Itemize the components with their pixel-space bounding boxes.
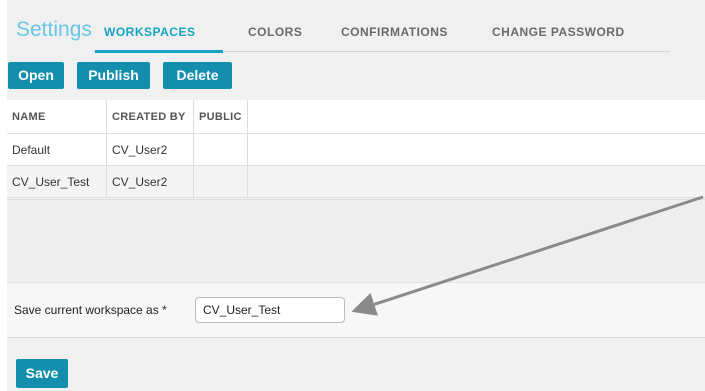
workspace-created-by-cell: CV_User2 (106, 166, 198, 197)
workspace-name-cell: Default (12, 143, 51, 157)
settings-panel: Settings WORKSPACES COLORS CONFIRMATIONS… (7, 0, 705, 391)
save-button[interactable]: Save (16, 359, 68, 388)
table-header-row: NAME CREATED BY PUBLIC (7, 100, 705, 134)
delete-button[interactable]: Delete (163, 62, 232, 89)
table-row[interactable]: CV_User_Test CV_User2 (7, 166, 705, 198)
workspace-public-cell (193, 166, 248, 197)
table-empty-area (7, 200, 705, 280)
column-header-created-by[interactable]: CREATED BY (106, 100, 198, 133)
save-as-label: Save current workspace as * (14, 303, 167, 317)
column-header-public[interactable]: PUBLIC (193, 100, 248, 133)
tab-change-password[interactable]: CHANGE PASSWORD (492, 25, 625, 39)
workspace-name-input[interactable] (195, 297, 345, 323)
settings-header: Settings WORKSPACES COLORS CONFIRMATIONS… (7, 0, 705, 56)
tab-confirmations[interactable]: CONFIRMATIONS (341, 25, 448, 39)
active-tab-indicator (95, 50, 223, 53)
tab-workspaces[interactable]: WORKSPACES (104, 25, 195, 39)
page-title: Settings (16, 18, 92, 41)
workspace-created-by-cell: CV_User2 (106, 134, 198, 165)
tab-colors[interactable]: COLORS (248, 25, 302, 39)
save-workspace-form: Save current workspace as * (7, 282, 705, 338)
open-button[interactable]: Open (8, 62, 64, 89)
workspace-public-cell (193, 134, 248, 165)
workspace-name-cell: CV_User_Test (12, 175, 90, 189)
table-row[interactable]: Default CV_User2 (7, 134, 705, 166)
column-header-name[interactable]: NAME (7, 100, 106, 133)
publish-button[interactable]: Publish (77, 62, 150, 89)
